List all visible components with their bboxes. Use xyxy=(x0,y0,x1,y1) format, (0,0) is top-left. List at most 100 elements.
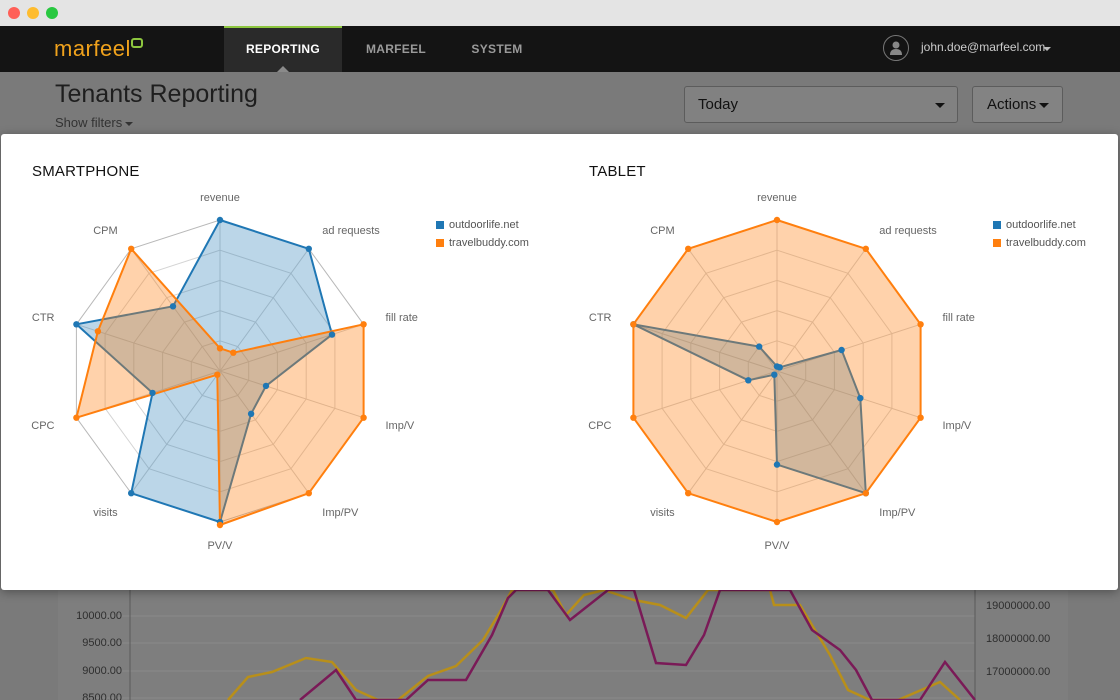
actions-label: Actions xyxy=(987,96,1037,113)
radar-data-point xyxy=(73,321,80,328)
radar-axis-label: CPC xyxy=(588,420,611,432)
radar-data-point xyxy=(247,410,255,417)
radar-data-point xyxy=(305,490,312,497)
left-axis-tick-label: 8500.00 xyxy=(82,692,122,700)
legend-label: travelbuddy.com xyxy=(1006,237,1086,249)
date-range-value: Today xyxy=(698,96,739,113)
right-axis-tick-label: 18000000.00 xyxy=(986,633,1050,645)
tab-marfeel-label: MARFEEL xyxy=(365,42,427,56)
radar-data-point xyxy=(360,321,367,328)
radar-data-point xyxy=(917,414,924,421)
radar-data-point xyxy=(128,245,135,252)
radar-data-point xyxy=(149,389,156,397)
radar-axis-label: ad requests xyxy=(879,225,937,237)
radar-data-point xyxy=(216,521,224,529)
radar-axis-label: revenue xyxy=(757,192,797,204)
radar-axis-label: visits xyxy=(650,507,675,519)
tab-marfeel[interactable]: MARFEEL xyxy=(346,26,446,72)
legend-item-outdoorlife[interactable]: outdoorlife.net xyxy=(993,216,1086,234)
radar-data-point xyxy=(685,245,692,252)
radar-axis-label: fill rate xyxy=(943,312,975,324)
radar-axis-label: Imp/V xyxy=(943,420,972,432)
radar-axis-label: PV/V xyxy=(764,540,790,552)
logo-mark-icon xyxy=(131,38,143,48)
radar-axis-label: CPM xyxy=(93,225,117,237)
user-menu[interactable]: john.doe@marfeel.com xyxy=(921,40,1045,54)
radar-data-point xyxy=(771,371,778,378)
right-axis-tick-label: 17000000.00 xyxy=(986,666,1050,678)
radar-axis-label: fill rate xyxy=(386,312,418,324)
user-menu-caret-icon[interactable] xyxy=(1043,47,1051,51)
radar-data-point xyxy=(776,364,783,371)
tab-system-label: SYSTEM xyxy=(471,42,523,56)
show-filters-toggle[interactable]: Show filters xyxy=(55,115,134,130)
legend-item-travelbuddy[interactable]: travelbuddy.com xyxy=(993,234,1086,252)
radar-axis-label: PV/V xyxy=(207,540,233,552)
radar-axis-label: ad requests xyxy=(322,225,380,237)
page-title: Tenants Reporting xyxy=(55,80,258,108)
user-avatar-icon[interactable] xyxy=(883,35,909,61)
radar-series-area xyxy=(632,219,922,523)
legend-label: travelbuddy.com xyxy=(449,237,529,249)
radar-data-point xyxy=(917,321,924,328)
tab-reporting[interactable]: REPORTING xyxy=(224,26,342,72)
legend-swatch xyxy=(993,239,1001,247)
filters-caret-icon xyxy=(125,121,134,126)
top-navbar: marfeel REPORTING MARFEEL SYSTEM john.do… xyxy=(0,26,1120,72)
radar-data-point xyxy=(685,490,692,497)
left-axis-tick-label: 10000.00 xyxy=(76,610,122,622)
legend-label: outdoorlife.net xyxy=(449,219,519,231)
radar-data-point xyxy=(862,245,869,252)
legend-swatch xyxy=(993,221,1001,229)
radar-axis-label: Imp/PV xyxy=(322,507,359,519)
radar-data-point xyxy=(630,321,637,328)
radar-data-point xyxy=(773,216,781,224)
right-axis-tick-label: 19000000.00 xyxy=(986,600,1050,612)
window-titlebar xyxy=(0,0,1120,27)
radar-data-point xyxy=(773,461,781,468)
show-filters-label: Show filters xyxy=(55,115,123,130)
radar-data-point xyxy=(838,346,845,354)
legend-swatch xyxy=(436,239,444,247)
date-range-caret-icon xyxy=(935,103,945,108)
actions-button[interactable]: Actions xyxy=(972,86,1063,123)
radar-axis-label: Imp/PV xyxy=(879,507,916,519)
radar-axis-label: CPC xyxy=(31,420,54,432)
radar-data-point xyxy=(328,331,336,338)
radar-data-point xyxy=(862,490,869,497)
radar-data-point xyxy=(216,345,224,352)
tab-system[interactable]: SYSTEM xyxy=(452,26,542,72)
radar-axis-label: Imp/V xyxy=(386,420,415,432)
radar-data-point xyxy=(230,349,237,356)
radar-data-point xyxy=(94,328,102,335)
actions-caret-icon xyxy=(1039,103,1049,108)
maximize-window-icon[interactable] xyxy=(46,7,58,19)
radar-data-point xyxy=(216,216,224,224)
radar-data-point xyxy=(214,371,221,378)
radar-data-point xyxy=(169,303,177,310)
logo[interactable]: marfeel xyxy=(54,36,131,62)
legend-item-travelbuddy[interactable]: travelbuddy.com xyxy=(436,234,529,252)
date-range-select[interactable]: Today xyxy=(684,86,958,123)
tablet-legend: outdoorlife.net travelbuddy.com xyxy=(993,216,1086,252)
smartphone-legend: outdoorlife.net travelbuddy.com xyxy=(436,216,529,252)
left-axis-tick-label: 9000.00 xyxy=(82,665,122,677)
background-line-chart: 10000.00 9500.00 9000.00 8500.00 1900000… xyxy=(58,590,1068,700)
radar-axis-label: visits xyxy=(93,507,118,519)
close-window-icon[interactable] xyxy=(8,7,20,19)
radar-data-point xyxy=(305,245,312,252)
radar-data-point xyxy=(756,343,763,350)
legend-item-outdoorlife[interactable]: outdoorlife.net xyxy=(436,216,529,234)
radar-data-point xyxy=(262,382,270,390)
legend-swatch xyxy=(436,221,444,229)
radar-data-point xyxy=(745,377,752,384)
radar-data-point xyxy=(360,414,367,421)
radar-axis-label: CTR xyxy=(32,312,55,324)
radar-axis-label: CPM xyxy=(650,225,674,237)
tab-reporting-label: REPORTING xyxy=(245,42,321,56)
minimize-window-icon[interactable] xyxy=(27,7,39,19)
radar-data-point xyxy=(773,518,781,526)
left-axis-tick-label: 9500.00 xyxy=(82,637,122,649)
radar-data-point xyxy=(73,414,80,421)
radar-axis-label: revenue xyxy=(200,192,240,204)
